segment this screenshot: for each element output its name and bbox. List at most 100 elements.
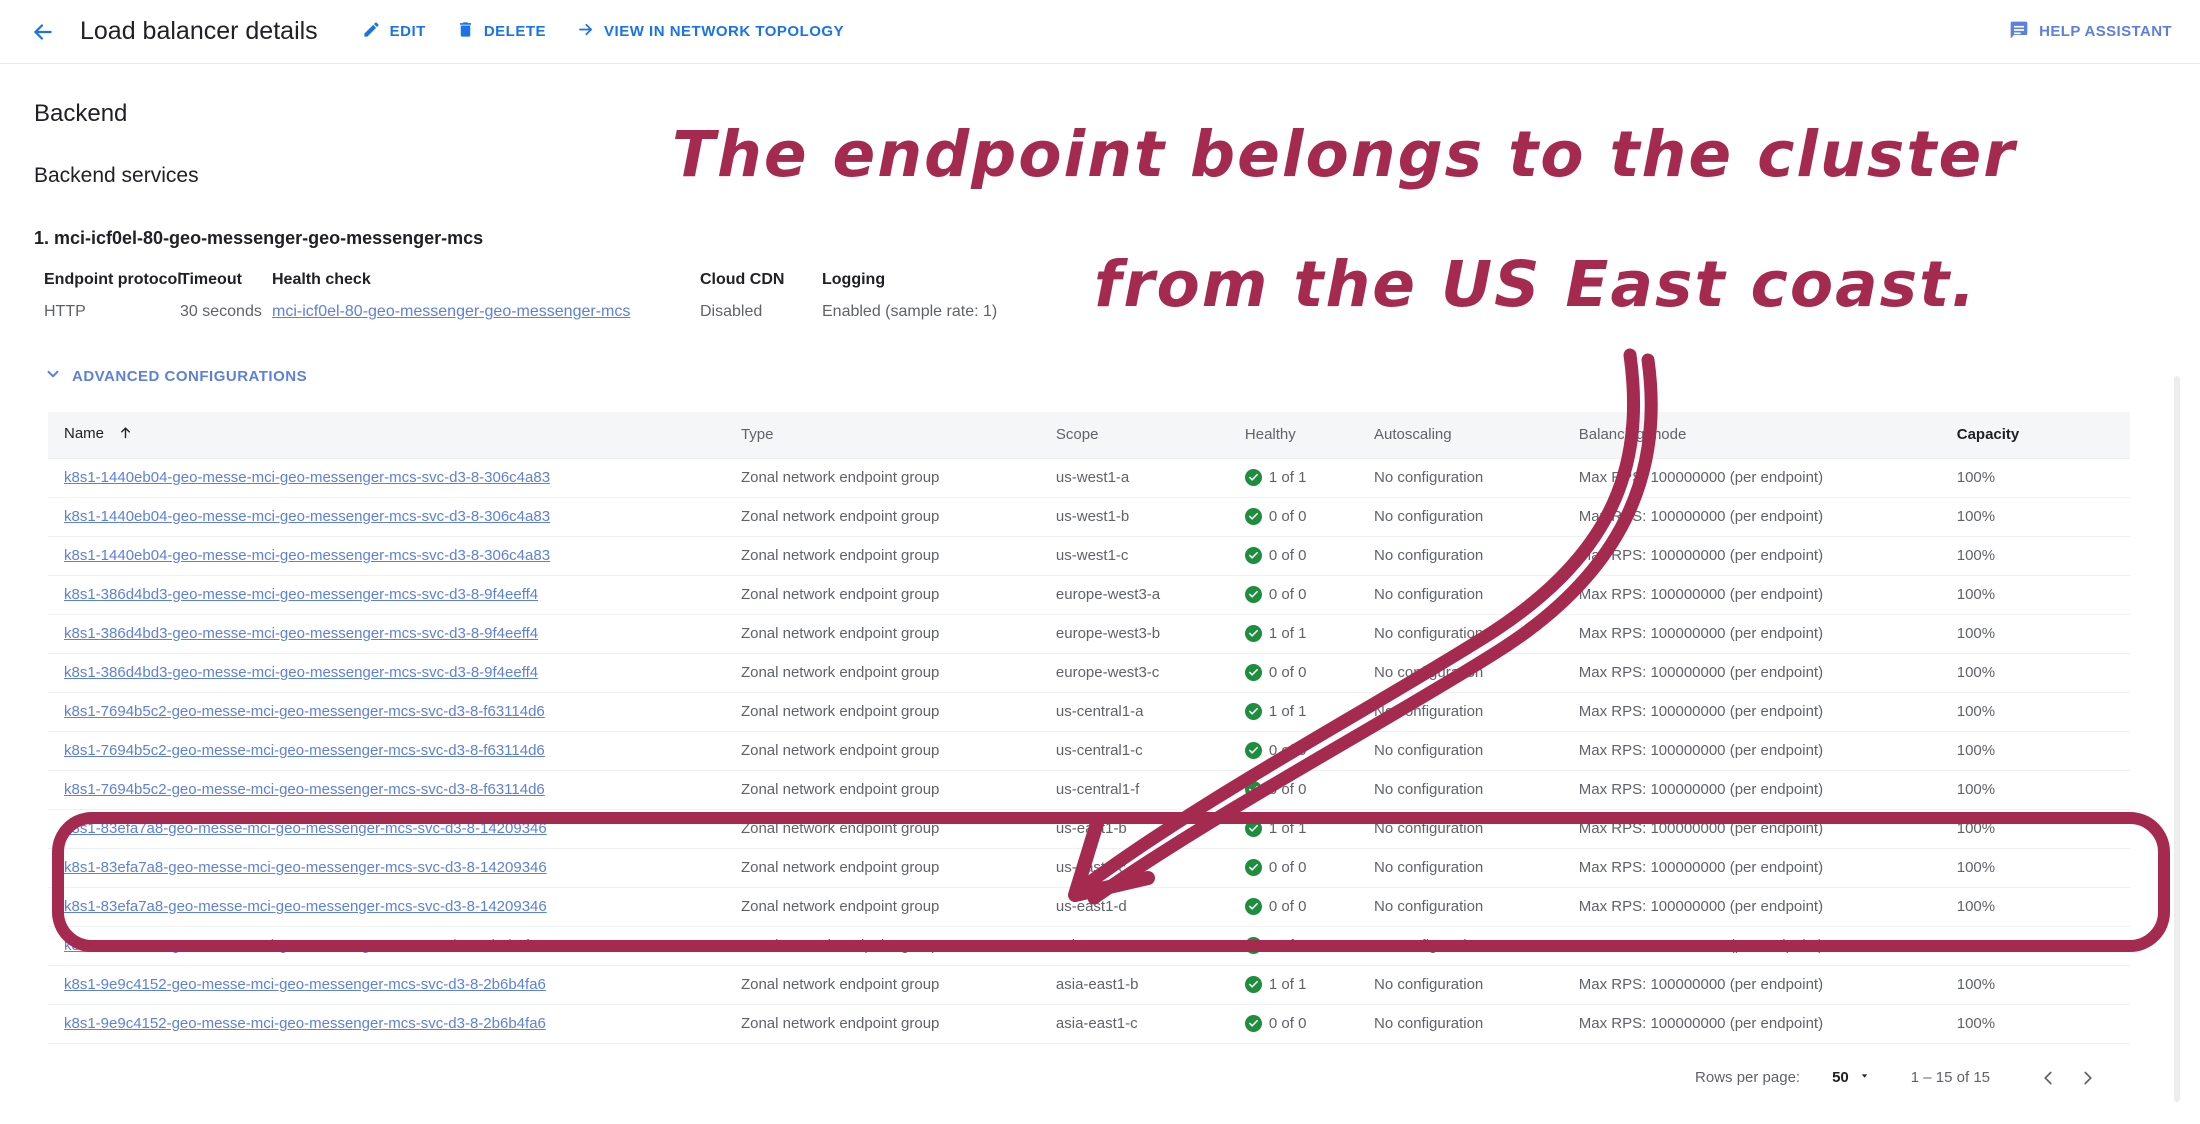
cell-balancing-mode: Max RPS: 100000000 (per endpoint) [1578,848,1957,888]
healthy-value: 0 of 0 [1268,1015,1307,1032]
table-row[interactable]: k8s1-386d4bd3-geo-messe-mci-geo-messenge… [48,614,2130,654]
column-header-balancing-mode[interactable]: Balancing mode [1578,412,1957,458]
healthy-value: 0 of 0 [1268,586,1307,603]
healthy-check-icon [1244,976,1262,993]
column-header-name[interactable]: Name [48,412,741,458]
delete-button[interactable]: DELETE [456,20,546,43]
neg-name-link[interactable]: k8s1-83efa7a8-geo-messe-mci-geo-messenge… [64,820,547,837]
edit-button[interactable]: EDIT [362,20,426,43]
previous-page-button[interactable] [2028,1058,2068,1098]
table-row[interactable]: k8s1-1440eb04-geo-messe-mci-geo-messenge… [48,457,2130,498]
table-row[interactable]: k8s1-7694b5c2-geo-messe-mci-geo-messenge… [48,692,2130,732]
page-content: Backend Backend services 1. mci-icf0el-8… [0,100,2200,1098]
column-header-name-label: Name [64,425,105,443]
table-row[interactable]: k8s1-83efa7a8-geo-messe-mci-geo-messenge… [48,887,2130,927]
health-check-link[interactable]: mci-icf0el-80-geo-messenger-geo-messenge… [272,303,700,321]
neg-name-link[interactable]: k8s1-7694b5c2-geo-messe-mci-geo-messenge… [64,703,545,720]
advanced-configurations-toggle[interactable]: ADVANCED CONFIGURATIONS [44,365,307,387]
backend-service-title: 1. mci-icf0el-80-geo-messenger-geo-messe… [34,228,484,248]
cell-balancing-mode: Max RPS: 100000000 (per endpoint) [1578,457,1957,498]
cell-healthy: 1 of 1 [1244,457,1375,498]
cell-name: k8s1-1440eb04-geo-messe-mci-geo-messenge… [48,497,741,537]
view-in-network-topology-label: VIEW IN NETWORK TOPOLOGY [604,23,845,40]
detail-label: Timeout [180,271,242,288]
healthy-check-icon [1244,898,1262,915]
cell-type: Zonal network endpoint group [740,809,1056,849]
table-row[interactable]: k8s1-386d4bd3-geo-messe-mci-geo-messenge… [48,653,2130,693]
cell-healthy: 0 of 0 [1244,926,1375,966]
cell-balancing-mode: Max RPS: 100000000 (per endpoint) [1578,653,1957,693]
cell-name: k8s1-386d4bd3-geo-messe-mci-geo-messenge… [48,575,741,615]
table-row[interactable]: k8s1-9e9c4152-geo-messe-mci-geo-messenge… [48,926,2130,966]
neg-name-link[interactable]: k8s1-9e9c4152-geo-messe-mci-geo-messenge… [64,1015,546,1032]
cell-balancing-mode: Max RPS: 100000000 (per endpoint) [1578,731,1957,771]
cell-name: k8s1-83efa7a8-geo-messe-mci-geo-messenge… [48,848,741,888]
column-header-healthy[interactable]: Healthy [1244,412,1375,458]
cell-type: Zonal network endpoint group [740,457,1056,498]
table-row[interactable]: k8s1-1440eb04-geo-messe-mci-geo-messenge… [48,536,2130,576]
chevron-down-icon [44,365,62,387]
vertical-scrollbar[interactable] [2174,376,2180,1102]
table-row[interactable]: k8s1-9e9c4152-geo-messe-mci-geo-messenge… [48,965,2130,1005]
neg-name-link[interactable]: k8s1-1440eb04-geo-messe-mci-geo-messenge… [64,547,550,564]
healthy-check-icon [1244,547,1262,564]
healthy-value: 1 of 1 [1268,469,1307,486]
neg-name-link[interactable]: k8s1-386d4bd3-geo-messe-mci-geo-messenge… [64,625,538,642]
healthy-value: 0 of 0 [1268,937,1307,954]
neg-name-link[interactable]: k8s1-386d4bd3-geo-messe-mci-geo-messenge… [64,664,538,681]
detail-logging: Logging Enabled (sample rate: 1) [822,271,997,321]
cell-name: k8s1-83efa7a8-geo-messe-mci-geo-messenge… [48,887,741,927]
cell-name: k8s1-9e9c4152-geo-messe-mci-geo-messenge… [48,1004,741,1044]
neg-name-link[interactable]: k8s1-9e9c4152-geo-messe-mci-geo-messenge… [64,976,546,993]
view-in-network-topology-button[interactable]: VIEW IN NETWORK TOPOLOGY [576,20,844,43]
back-arrow-icon[interactable] [26,15,60,49]
column-header-type[interactable]: Type [740,412,1056,458]
healthy-value: 0 of 0 [1268,898,1307,915]
cell-capacity: 100% [1956,575,2130,615]
cell-balancing-mode: Max RPS: 100000000 (per endpoint) [1578,809,1957,849]
neg-name-link[interactable]: k8s1-7694b5c2-geo-messe-mci-geo-messenge… [64,781,545,798]
cell-type: Zonal network endpoint group [740,536,1056,576]
neg-name-link[interactable]: k8s1-83efa7a8-geo-messe-mci-geo-messenge… [64,859,547,876]
next-page-button[interactable] [2068,1058,2108,1098]
healthy-check-icon [1244,508,1262,525]
cell-balancing-mode: Max RPS: 100000000 (per endpoint) [1578,497,1957,537]
cell-capacity: 100% [1956,536,2130,576]
column-header-capacity[interactable]: Capacity [1956,412,2130,458]
cell-type: Zonal network endpoint group [740,887,1056,927]
cell-healthy: 0 of 0 [1244,731,1375,771]
help-assistant-button[interactable]: HELP ASSISTANT [2009,20,2172,44]
table-row[interactable]: k8s1-83efa7a8-geo-messe-mci-geo-messenge… [48,848,2130,888]
neg-name-link[interactable]: k8s1-9e9c4152-geo-messe-mci-geo-messenge… [64,937,546,954]
cell-scope: us-west1-a [1055,457,1245,498]
chevron-down-icon [1858,1069,1871,1086]
healthy-value: 1 of 1 [1268,820,1307,837]
cell-name: k8s1-1440eb04-geo-messe-mci-geo-messenge… [48,536,741,576]
app-bar: Load balancer details EDIT DELETE VIEW I… [0,0,2200,64]
neg-name-link[interactable]: k8s1-83efa7a8-geo-messe-mci-geo-messenge… [64,898,547,915]
neg-name-link[interactable]: k8s1-7694b5c2-geo-messe-mci-geo-messenge… [64,742,545,759]
table-row[interactable]: k8s1-9e9c4152-geo-messe-mci-geo-messenge… [48,1004,2130,1044]
neg-name-link[interactable]: k8s1-1440eb04-geo-messe-mci-geo-messenge… [64,469,550,486]
neg-name-link[interactable]: k8s1-1440eb04-geo-messe-mci-geo-messenge… [64,508,550,525]
table-row[interactable]: k8s1-386d4bd3-geo-messe-mci-geo-messenge… [48,575,2130,615]
healthy-value: 0 of 0 [1268,859,1307,876]
cell-capacity: 100% [1956,457,2130,498]
cell-name: k8s1-386d4bd3-geo-messe-mci-geo-messenge… [48,614,741,654]
column-header-scope[interactable]: Scope [1055,412,1245,458]
column-header-autoscaling[interactable]: Autoscaling [1374,412,1579,458]
cell-autoscaling: No configuration [1374,965,1579,1005]
delete-button-label: DELETE [483,23,547,40]
cell-capacity: 100% [1956,614,2130,654]
table-row[interactable]: k8s1-1440eb04-geo-messe-mci-geo-messenge… [48,497,2130,537]
cell-scope: us-west1-c [1055,536,1245,576]
detail-cloud-cdn: Cloud CDN Disabled [700,271,822,321]
rows-per-page-select[interactable]: 50 [1832,1069,1871,1086]
table-row[interactable]: k8s1-7694b5c2-geo-messe-mci-geo-messenge… [48,770,2130,810]
healthy-check-icon [1244,859,1262,876]
cell-name: k8s1-9e9c4152-geo-messe-mci-geo-messenge… [48,926,741,966]
neg-name-link[interactable]: k8s1-386d4bd3-geo-messe-mci-geo-messenge… [64,586,538,603]
table-row[interactable]: k8s1-7694b5c2-geo-messe-mci-geo-messenge… [48,731,2130,771]
cell-balancing-mode: Max RPS: 100000000 (per endpoint) [1578,614,1957,654]
table-row[interactable]: k8s1-83efa7a8-geo-messe-mci-geo-messenge… [48,809,2130,849]
